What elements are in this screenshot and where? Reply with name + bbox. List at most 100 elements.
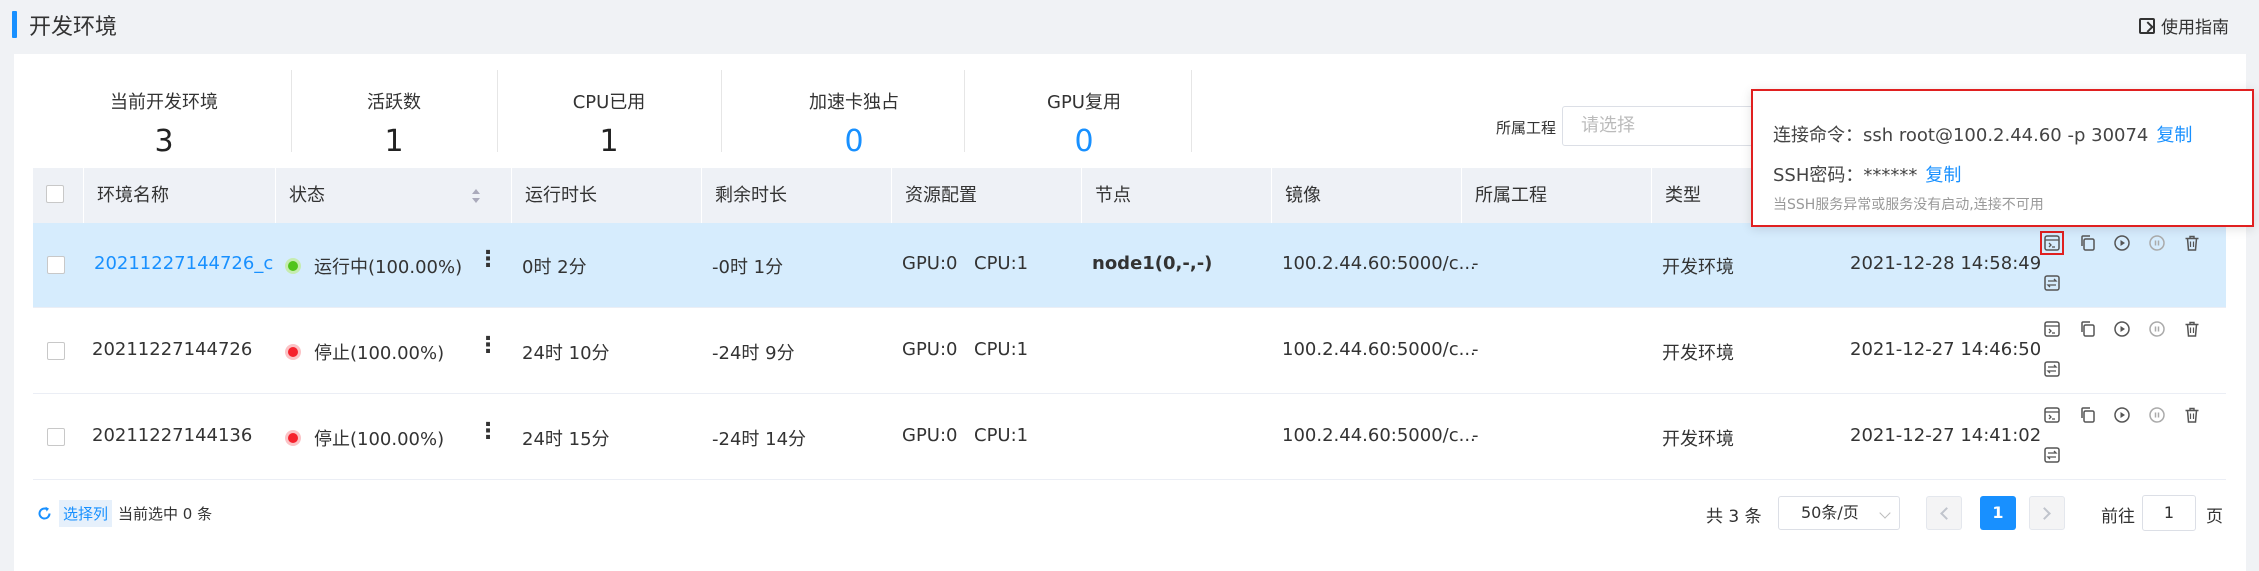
status-text: 停止(100.00%)	[314, 429, 445, 450]
env-name[interactable]: 20211227144726	[92, 339, 252, 360]
ssh-info-popover: 连接命令：ssh root@100.2.44.60 -p 30074 复制 SSH…	[1751, 89, 2254, 227]
stat-divider	[964, 70, 965, 152]
footer-selection: 选择列 当前选中 0 条	[36, 500, 212, 527]
transfer-icon[interactable]	[2043, 360, 2061, 378]
project: -	[1472, 425, 1479, 446]
play-icon[interactable]	[2113, 406, 2131, 424]
gpu-config: GPU:0	[902, 425, 958, 446]
terminal-icon[interactable]	[2043, 406, 2061, 424]
column-divider	[1081, 168, 1082, 223]
transfer-icon[interactable]	[2043, 274, 2061, 292]
delete-icon[interactable]	[2183, 320, 2201, 338]
chevron-right-icon	[2038, 507, 2051, 520]
stat-divider	[291, 70, 292, 152]
stat-cpu: CPU已用 1	[514, 72, 704, 162]
project-filter-label: 所属工程	[1496, 119, 1557, 137]
select-all-checkbox[interactable]	[46, 185, 64, 203]
table-row[interactable]: 20211227144726_clone 运行中(100.00%) ⋮ 0时 2…	[33, 223, 2226, 308]
column-divider	[1651, 168, 1652, 223]
env-name-link[interactable]: 20211227144726_clone	[94, 253, 274, 274]
pause-icon[interactable]	[2148, 234, 2166, 252]
stat-divider	[1191, 70, 1192, 152]
delete-icon[interactable]	[2183, 406, 2201, 424]
run-time: 0时 2分	[522, 257, 587, 278]
pagination-total: 共 3 条	[1706, 507, 1762, 527]
stat-label: CPU已用	[572, 92, 646, 113]
page-unit-label: 页	[2206, 507, 2223, 527]
guide-link[interactable]: 使用指南	[2139, 13, 2229, 38]
more-menu-icon[interactable]: ⋮	[477, 419, 499, 444]
col-remain-time: 剩余时长	[715, 185, 787, 206]
created-time: 2021-12-28 14:58:49	[1850, 253, 2042, 274]
remain-time: -24时 9分	[712, 343, 795, 364]
copy-icon[interactable]	[2078, 234, 2096, 252]
stat-divider	[497, 70, 498, 152]
row-checkbox[interactable]	[47, 428, 65, 446]
copy-command-link[interactable]: 复制	[2156, 125, 2192, 146]
col-node: 节点	[1095, 185, 1131, 206]
page-size-select[interactable]: 50条/页	[1778, 496, 1900, 530]
column-divider	[1271, 168, 1272, 223]
col-run-time: 运行时长	[525, 185, 597, 206]
pause-icon[interactable]	[2148, 406, 2166, 424]
image: 100.2.44.60:5000/c...	[1282, 339, 1476, 360]
row-checkbox[interactable]	[47, 342, 65, 360]
guide-label: 使用指南	[2161, 18, 2229, 38]
stat-current-env: 当前开发环境 3	[54, 72, 274, 162]
row-checkbox[interactable]	[47, 256, 65, 274]
col-project: 所属工程	[1475, 185, 1547, 206]
play-icon[interactable]	[2113, 320, 2131, 338]
transfer-icon[interactable]	[2043, 446, 2061, 464]
title-accent-bar	[12, 11, 17, 38]
stat-label: 活跃数	[367, 92, 421, 113]
ssh-password-value: ******	[1863, 165, 1918, 186]
copy-icon[interactable]	[2078, 406, 2096, 424]
env-name[interactable]: 20211227144136	[92, 425, 252, 446]
table-row[interactable]: 20211227144726 停止(100.00%) ⋮ 24时 10分 -24…	[33, 309, 2226, 394]
terminal-icon[interactable]	[2040, 231, 2064, 255]
node: node1(0,-,-)	[1092, 253, 1213, 274]
selected-count: 当前选中 0 条	[118, 505, 213, 523]
select-columns-button[interactable]: 选择列	[59, 500, 113, 527]
page-size-value: 50条/页	[1801, 503, 1859, 522]
ssh-command-line: 连接命令：ssh root@100.2.44.60 -p 30074 复制	[1773, 121, 2192, 147]
cpu-config: CPU:1	[974, 339, 1029, 360]
pause-icon[interactable]	[2148, 320, 2166, 338]
stat-accel: 加速卡独占 0	[744, 72, 964, 162]
goto-page-input[interactable]: 1	[2142, 495, 2196, 531]
page-title: 开发环境	[29, 14, 118, 40]
refresh-icon[interactable]	[36, 505, 53, 522]
terminal-icon[interactable]	[2043, 320, 2061, 338]
run-time: 24时 15分	[522, 429, 610, 450]
prev-page-button[interactable]	[1926, 496, 1962, 530]
run-time: 24时 10分	[522, 343, 610, 364]
copy-password-link[interactable]: 复制	[1925, 165, 1961, 186]
column-divider	[83, 168, 84, 223]
status-dot	[288, 347, 298, 357]
play-icon[interactable]	[2113, 234, 2131, 252]
stat-divider	[721, 70, 722, 152]
col-status[interactable]: 状态	[289, 168, 325, 223]
cpu-config: CPU:1	[974, 253, 1029, 274]
table-row[interactable]: 20211227144136 停止(100.00%) ⋮ 24时 15分 -24…	[33, 395, 2226, 480]
sort-icon[interactable]	[471, 186, 481, 206]
col-name: 环境名称	[97, 185, 169, 206]
env-type: 开发环境	[1662, 429, 1734, 450]
next-page-button[interactable]	[2029, 496, 2065, 530]
status-dot	[288, 261, 298, 271]
remain-time: -0时 1分	[712, 257, 784, 278]
column-divider	[891, 168, 892, 223]
ssh-command-label: 连接命令：	[1773, 125, 1863, 146]
ssh-note: 当SSH服务异常或服务没有启动,连接不可用	[1773, 197, 2044, 213]
ssh-password-label: SSH密码：	[1773, 165, 1864, 186]
page-header: 开发环境	[12, 11, 118, 40]
more-menu-icon[interactable]: ⋮	[477, 247, 499, 272]
delete-icon[interactable]	[2183, 234, 2201, 252]
more-menu-icon[interactable]: ⋮	[477, 333, 499, 358]
status-text: 运行中(100.00%)	[314, 257, 463, 278]
stat-value: 0	[844, 124, 864, 159]
page-number-1[interactable]: 1	[1980, 496, 2016, 530]
copy-icon[interactable]	[2078, 320, 2096, 338]
project: -	[1472, 253, 1479, 274]
project-filter-select[interactable]: 请选择	[1562, 106, 1762, 146]
